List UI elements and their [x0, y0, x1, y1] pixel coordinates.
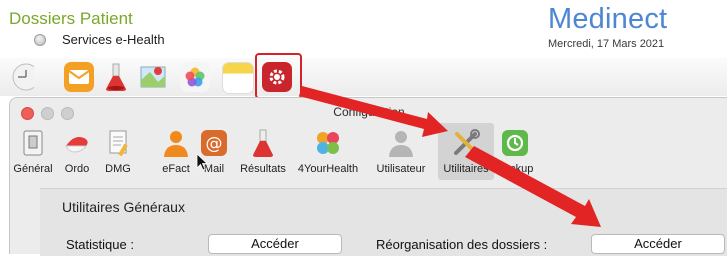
arrow-to-utilitaires: [299, 86, 448, 137]
annotation-arrows: [299, 86, 601, 227]
arrow-to-reorganisation-button: [465, 146, 601, 227]
